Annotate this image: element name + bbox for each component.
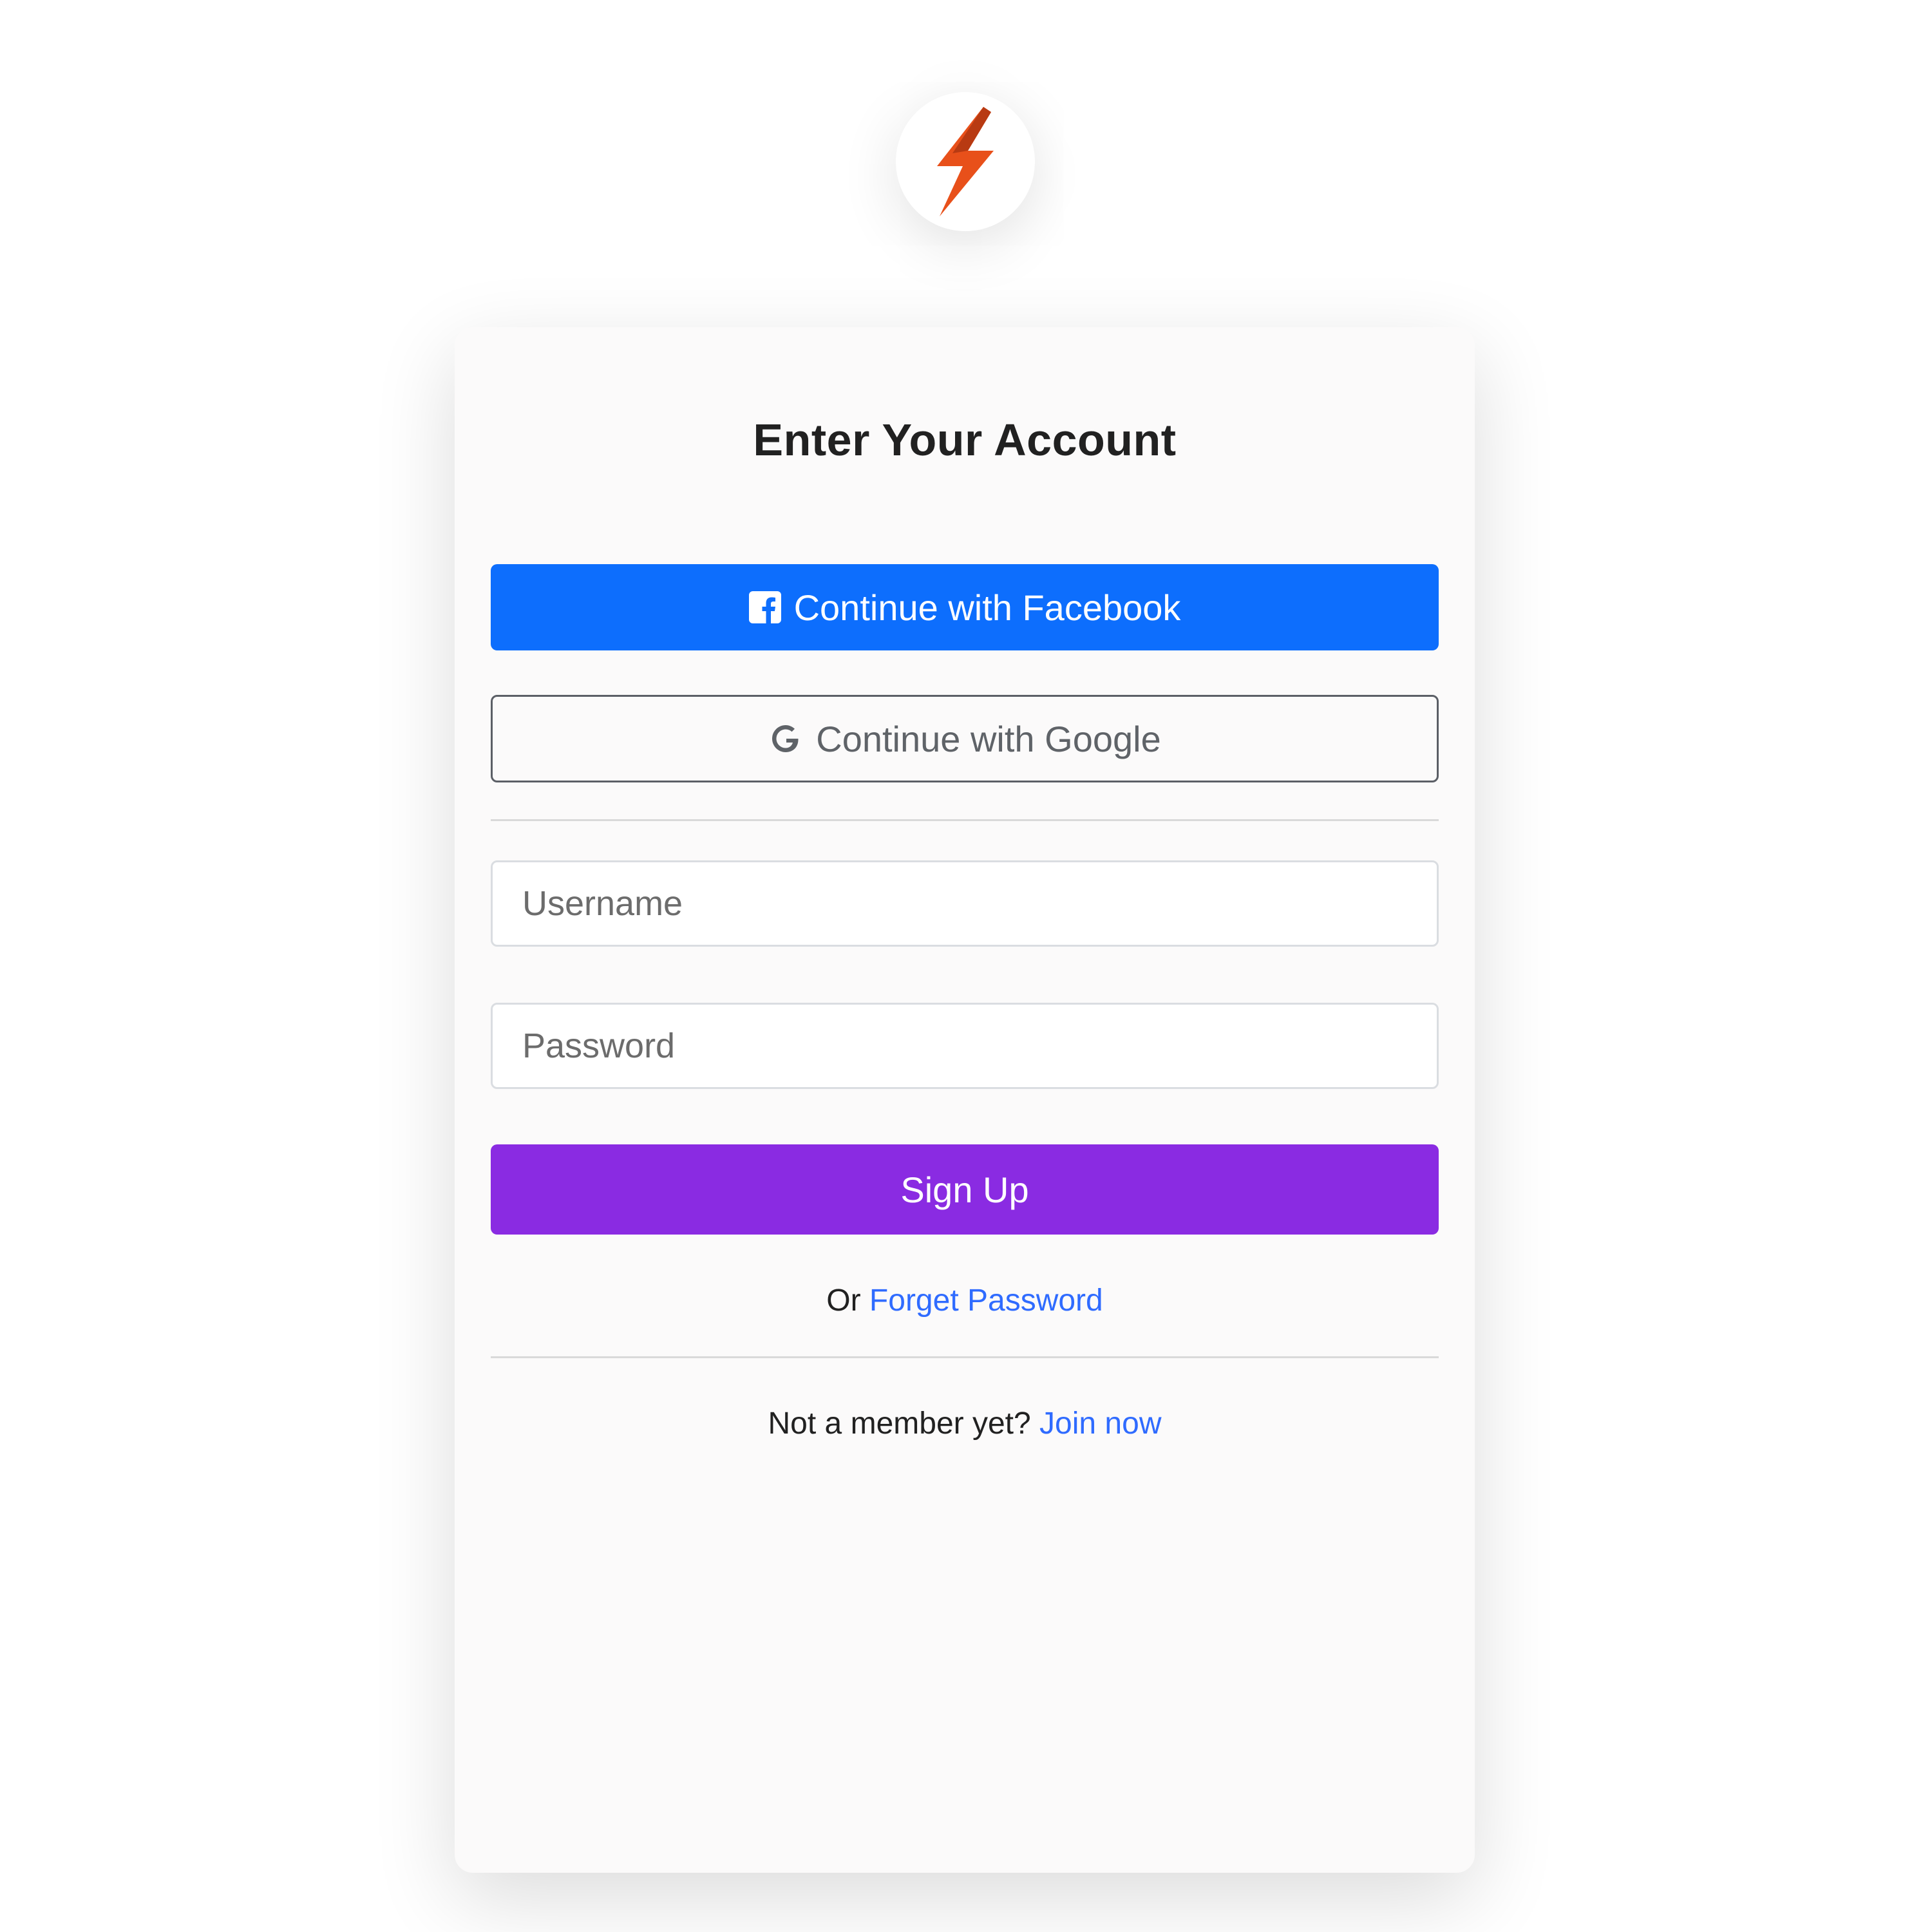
password-input[interactable] xyxy=(491,1003,1439,1089)
divider xyxy=(491,1356,1439,1358)
card-title: Enter Your Account xyxy=(753,415,1177,465)
sign-up-label: Sign Up xyxy=(900,1169,1029,1210)
forget-password-prefix: Or xyxy=(826,1283,861,1318)
lightning-bolt-icon xyxy=(937,107,994,216)
google-login-button[interactable]: Continue with Google xyxy=(491,695,1439,782)
join-line: Not a member yet? Join now xyxy=(455,1406,1475,1441)
divider xyxy=(491,819,1439,821)
sign-up-button[interactable]: Sign Up xyxy=(491,1144,1439,1235)
facebook-login-label: Continue with Facebook xyxy=(793,587,1181,628)
username-input[interactable] xyxy=(491,860,1439,947)
facebook-icon xyxy=(748,591,781,623)
join-prefix: Not a member yet? xyxy=(768,1406,1031,1441)
join-now-link[interactable]: Join now xyxy=(1039,1406,1161,1441)
logo xyxy=(896,92,1035,231)
google-icon xyxy=(768,721,803,756)
google-login-label: Continue with Google xyxy=(816,718,1161,759)
forget-password-link[interactable]: Forget Password xyxy=(869,1283,1103,1318)
facebook-login-button[interactable]: Continue with Facebook xyxy=(491,564,1439,650)
forget-password-line: Or Forget Password xyxy=(455,1283,1475,1318)
login-card: Enter Your Account Continue with Faceboo… xyxy=(455,327,1475,1873)
login-page: Enter Your Account Continue with Faceboo… xyxy=(0,0,1932,1932)
